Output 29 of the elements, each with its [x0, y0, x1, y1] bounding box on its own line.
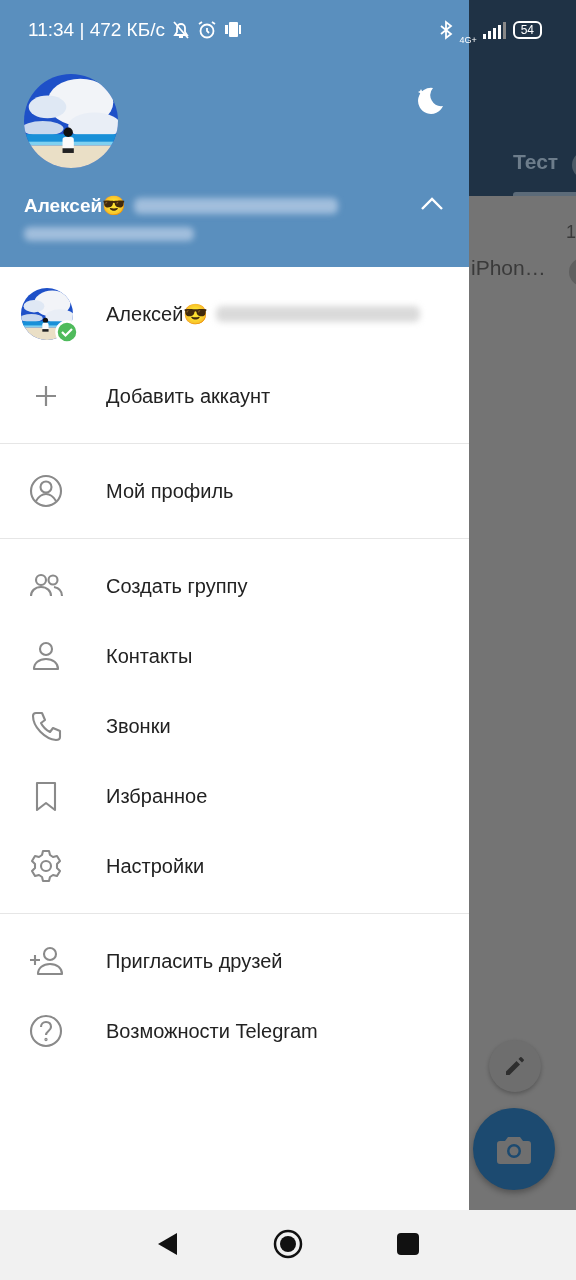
- account-item[interactable]: Алексей😎: [0, 267, 469, 361]
- check-badge-icon: [55, 320, 79, 344]
- menu-item[interactable]: Возможности Telegram: [0, 996, 469, 1066]
- pencil-icon: [503, 1054, 527, 1078]
- settings-icon: [28, 848, 64, 884]
- user-circle-icon: [28, 473, 64, 509]
- help-icon: [28, 1013, 64, 1049]
- camera-button[interactable]: [473, 1108, 555, 1190]
- chat-time: 1: [566, 222, 576, 243]
- bell-off-icon: [170, 20, 191, 40]
- menu-item[interactable]: Контакты: [0, 621, 469, 691]
- alarm-icon: [196, 20, 217, 40]
- menu-item[interactable]: Звонки: [0, 691, 469, 761]
- recents-button[interactable]: [397, 1232, 419, 1258]
- account-name: Алексей😎: [106, 302, 209, 326]
- menu-item[interactable]: Избранное: [0, 761, 469, 831]
- menu-item[interactable]: Пригласить друзей: [0, 926, 469, 996]
- menu-item[interactable]: Настройки: [0, 831, 469, 901]
- edit-button[interactable]: [489, 1040, 541, 1092]
- user-name: Алексей😎: [24, 194, 127, 217]
- signal-icon: [482, 21, 507, 39]
- status-time: 11:34 | 472 КБ/с: [28, 19, 165, 41]
- phone-screen-icon: [222, 20, 243, 40]
- camera-icon: [497, 1134, 531, 1164]
- menu-item[interactable]: Мой профиль: [0, 456, 469, 526]
- chat-preview: iPhon…: [471, 256, 546, 280]
- menu-item[interactable]: Создать группу: [0, 551, 469, 621]
- add-account-item[interactable]: Добавить аккаунт: [0, 361, 469, 431]
- bluetooth-icon: [439, 20, 454, 40]
